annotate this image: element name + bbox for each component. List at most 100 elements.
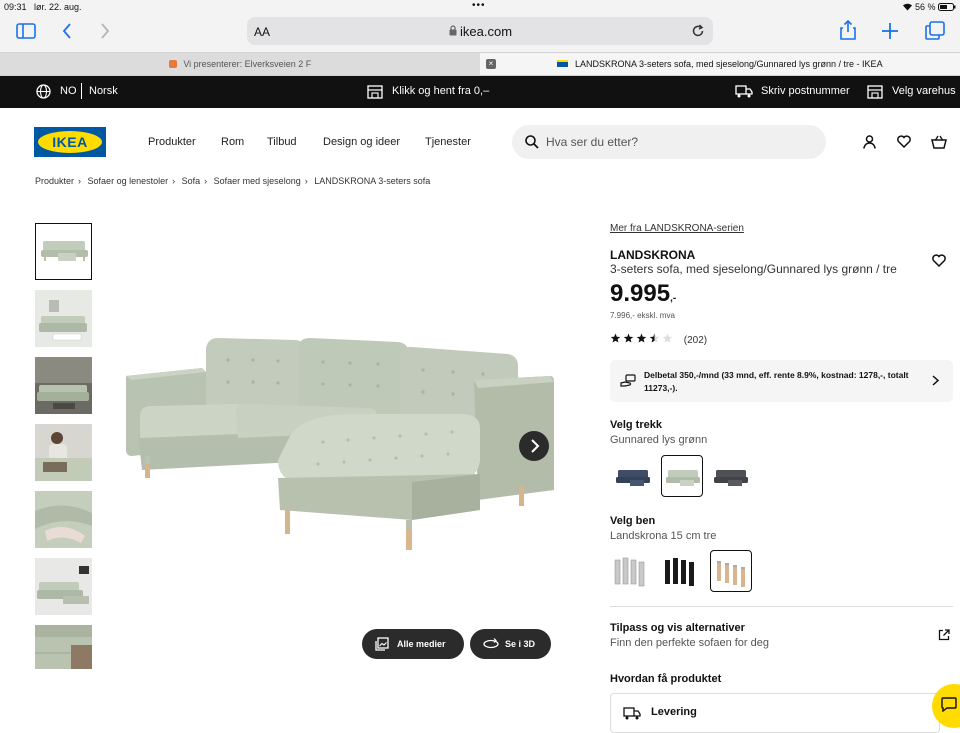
text-size-button[interactable]: AA: [254, 25, 270, 39]
rating-stars: [610, 333, 675, 344]
cover-option-light-green[interactable]: [661, 455, 703, 497]
legs-label: Velg ben: [610, 515, 656, 527]
forward-icon[interactable]: [100, 23, 110, 39]
tab-bar: Vi presenterer: Elverksveien 2 F × LANDS…: [0, 52, 960, 76]
postcode-link[interactable]: Skriv postnummer: [761, 85, 850, 97]
tab-landskrona[interactable]: × LANDSKRONA 3-seters sofa, med sjeselon…: [480, 53, 960, 75]
logo-text: IKEA: [52, 134, 88, 150]
star-icon: [623, 333, 634, 343]
search-placeholder: Hva ser du etter?: [546, 135, 639, 149]
country-code[interactable]: NO: [60, 85, 77, 97]
nav-rom[interactable]: Rom: [221, 136, 244, 148]
reload-icon[interactable]: [691, 24, 705, 38]
customize-subtitle: Finn den perfekte sofaen for deg: [610, 637, 769, 649]
nav-tilbud[interactable]: Tilbud: [267, 136, 297, 148]
gallery-icon: [375, 637, 389, 651]
thumbnail-4[interactable]: [35, 424, 92, 481]
3d-rotate-icon: [483, 638, 499, 650]
chevron-right-icon: ›: [304, 176, 308, 186]
chevron-right-icon: [531, 439, 540, 453]
tab-elverksveien[interactable]: Vi presenterer: Elverksveien 2 F: [0, 53, 480, 75]
view-3d-label: Se i 3D: [505, 639, 536, 649]
status-time: 09:31: [4, 2, 27, 12]
price-value: 9.995: [610, 280, 671, 307]
globe-icon[interactable]: [36, 84, 51, 99]
product-name: LANDSKRONA: [610, 248, 696, 262]
legs-option-wood[interactable]: [710, 550, 752, 592]
topbar-divider: [81, 83, 82, 99]
url-text: ikea.com: [460, 24, 513, 39]
site-favicon-icon: [168, 60, 177, 68]
wishlist-heart-icon[interactable]: [897, 135, 911, 148]
breadcrumb: Produkter › Sofaer og lenestoler › Sofa › S…: [35, 176, 434, 186]
profile-icon[interactable]: [863, 135, 876, 149]
breadcrumb-item[interactable]: Produkter: [35, 176, 74, 186]
thumbnail-7[interactable]: [35, 625, 92, 669]
thumbnail-2[interactable]: [35, 290, 92, 347]
star-icon: [662, 333, 673, 343]
breadcrumb-item-current[interactable]: LANDSKRONA 3-seters sofa: [314, 176, 430, 186]
divider: [610, 606, 953, 607]
nav-design-ideer[interactable]: Design og ideer: [323, 136, 400, 148]
thumbnail-6[interactable]: [35, 558, 92, 615]
breadcrumb-item[interactable]: Sofaer og lenestoler: [88, 176, 169, 186]
select-store-link[interactable]: Velg varehus: [892, 85, 956, 97]
product-main-image[interactable]: [118, 220, 558, 600]
status-date: lør. 22. aug.: [34, 2, 82, 12]
star-icon: [610, 333, 621, 343]
tabs-overview-icon[interactable]: [925, 21, 945, 40]
payment-hand-icon: [620, 374, 636, 388]
language-selector[interactable]: Norsk: [89, 85, 118, 97]
chevron-right-icon: [932, 375, 939, 386]
breadcrumb-item[interactable]: Sofaer med sjeselong: [214, 176, 301, 186]
favorite-heart-icon[interactable]: [932, 254, 946, 267]
next-image-button[interactable]: [519, 431, 549, 461]
address-bar[interactable]: AA ikea.com: [247, 17, 713, 45]
finance-text: Delbetal 350,-/mnd (33 mnd, eff. rente 8…: [644, 370, 909, 393]
external-link-icon[interactable]: [938, 629, 950, 641]
tab-label: LANDSKRONA 3-seters sofa, med sjeselong/…: [574, 59, 883, 69]
chat-bubble-icon: [941, 697, 957, 712]
sidebar-toggle-icon[interactable]: [16, 23, 36, 39]
click-and-collect-link[interactable]: Klikk og hent fra 0,–: [392, 85, 489, 97]
ikea-logo[interactable]: IKEA: [34, 127, 106, 157]
legs-option-black[interactable]: [660, 550, 702, 592]
nav-produkter[interactable]: Produkter: [148, 136, 196, 148]
share-icon[interactable]: [840, 20, 856, 40]
delivery-truck-icon: [623, 707, 641, 720]
cover-option-blue[interactable]: [612, 456, 654, 498]
rating[interactable]: (202): [610, 333, 707, 346]
new-tab-icon[interactable]: [881, 22, 899, 40]
legs-option-metal[interactable]: [610, 550, 652, 592]
delivery-option[interactable]: Levering: [610, 693, 940, 733]
finance-banner[interactable]: Delbetal 350,-/mnd (33 mnd, eff. rente 8…: [610, 360, 953, 402]
nav-tjenester[interactable]: Tjenester: [425, 136, 471, 148]
search-input[interactable]: Hva ser du etter?: [512, 125, 826, 159]
price-suffix: ,-: [670, 293, 677, 304]
view-3d-button[interactable]: Se i 3D: [470, 629, 551, 659]
thumbnail-1[interactable]: [35, 223, 92, 280]
back-icon[interactable]: [62, 23, 72, 39]
chevron-right-icon: ›: [172, 176, 176, 186]
cart-icon[interactable]: [931, 135, 947, 149]
store-icon: [867, 85, 883, 99]
customize-title[interactable]: Tilpass og vis alternativer: [610, 622, 745, 634]
wifi-icon: [902, 2, 913, 11]
cover-option-dark-grey[interactable]: [710, 456, 752, 498]
multitasking-dots-icon[interactable]: •••: [472, 0, 486, 11]
chevron-right-icon: ›: [204, 176, 208, 186]
tab-label: Vi presenterer: Elverksveien 2 F: [183, 59, 312, 69]
cover-selected: Gunnared lys grønn: [610, 434, 708, 446]
delivery-title: Hvordan få produktet: [610, 673, 722, 685]
all-media-label: Alle medier: [397, 639, 446, 649]
legs-selected: Landskrona 15 cm tre: [610, 530, 717, 542]
star-icon: [636, 333, 647, 343]
thumbnail-5[interactable]: [35, 491, 92, 548]
breadcrumb-item[interactable]: Sofa: [182, 176, 201, 186]
all-media-button[interactable]: Alle medier: [362, 629, 464, 659]
thumbnail-3[interactable]: [35, 357, 92, 414]
close-tab-icon[interactable]: ×: [486, 59, 496, 69]
cover-label: Velg trekk: [610, 419, 662, 431]
series-link[interactable]: Mer fra LANDSKRONA-serien: [610, 223, 744, 234]
review-count[interactable]: (202): [684, 335, 707, 346]
